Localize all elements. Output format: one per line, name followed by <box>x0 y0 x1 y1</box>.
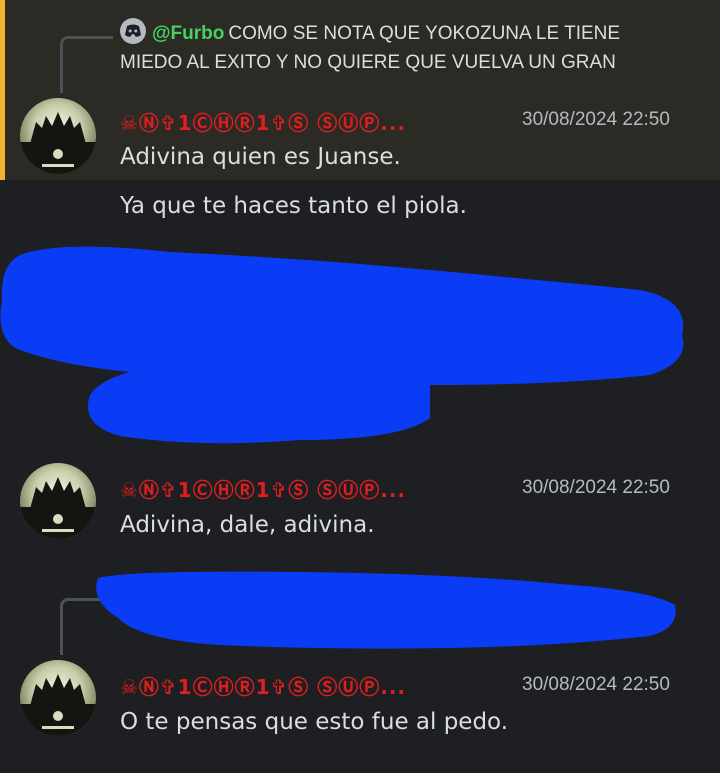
redaction-scribble <box>0 246 684 649</box>
